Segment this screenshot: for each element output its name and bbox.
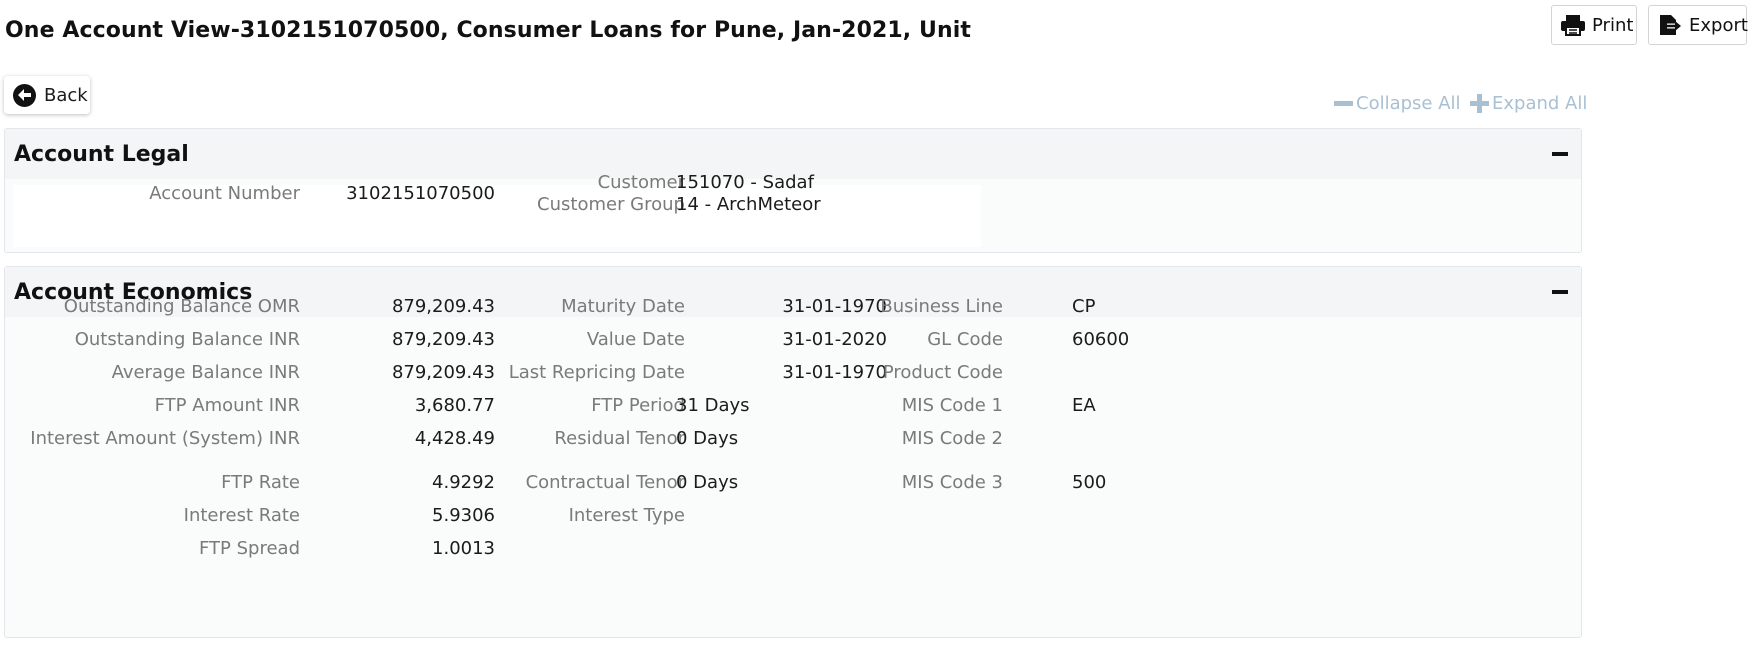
econ-label: FTP Amount INR bbox=[154, 395, 300, 416]
customer-group-label: Customer Group bbox=[537, 194, 685, 215]
printer-icon bbox=[1560, 14, 1586, 36]
econ-label: FTP Spread bbox=[199, 538, 300, 559]
export-button[interactable]: Export bbox=[1648, 5, 1748, 45]
econ-label: Residual Tenor bbox=[554, 428, 685, 449]
account-economics-panel: Account Economics Outstanding Balance OM… bbox=[4, 266, 1582, 638]
econ-label: Business Line bbox=[880, 296, 1003, 317]
expand-all-button[interactable]: Expand All bbox=[1470, 93, 1587, 114]
econ-value: EA bbox=[1072, 395, 1096, 416]
export-label: Export bbox=[1689, 14, 1748, 36]
econ-value: 4.9292 bbox=[432, 472, 495, 493]
print-button[interactable]: Print bbox=[1551, 5, 1637, 45]
econ-value: 5.9306 bbox=[432, 505, 495, 526]
plus-icon bbox=[1470, 94, 1489, 113]
econ-value: 879,209.43 bbox=[391, 329, 495, 350]
econ-label: MIS Code 1 bbox=[901, 395, 1003, 416]
econ-value: 31-01-1970 bbox=[782, 362, 887, 383]
econ-value: 879,209.43 bbox=[391, 362, 495, 383]
account-legal-title: Account Legal bbox=[14, 141, 189, 167]
collapse-all-label: Collapse All bbox=[1356, 93, 1461, 114]
econ-label: Interest Rate bbox=[183, 505, 300, 526]
econ-label: Contractual Tenor bbox=[525, 472, 685, 493]
econ-value: CP bbox=[1072, 296, 1096, 317]
econ-value: 500 bbox=[1072, 472, 1107, 493]
econ-label: FTP Rate bbox=[221, 472, 300, 493]
econ-value: 879,209.43 bbox=[391, 296, 495, 317]
econ-label: Outstanding Balance OMR bbox=[63, 296, 300, 317]
econ-value: 4,428.49 bbox=[414, 428, 495, 449]
econ-label: FTP Period bbox=[591, 395, 685, 416]
econ-label: Last Repricing Date bbox=[508, 362, 685, 383]
econ-value: 0 Days bbox=[676, 472, 739, 493]
minus-icon bbox=[1334, 101, 1353, 106]
econ-value: 31-01-1970 bbox=[782, 296, 887, 317]
collapse-section-icon[interactable] bbox=[1552, 152, 1568, 156]
econ-value: 31-01-2020 bbox=[782, 329, 887, 350]
econ-value: 60600 bbox=[1072, 329, 1130, 350]
customer-value: 151070 - Sadaf bbox=[676, 172, 814, 193]
arrow-left-circle-icon bbox=[13, 83, 36, 107]
collapse-all-button[interactable]: Collapse All bbox=[1334, 93, 1461, 114]
account-number-value: 3102151070500 bbox=[346, 183, 495, 204]
econ-label: Value Date bbox=[586, 329, 685, 350]
back-label: Back bbox=[44, 84, 88, 106]
econ-label: MIS Code 2 bbox=[901, 428, 1003, 449]
econ-label: MIS Code 3 bbox=[901, 472, 1003, 493]
customer-label: Customer bbox=[597, 172, 685, 193]
customer-group-value: 14 - ArchMeteor bbox=[676, 194, 821, 215]
econ-label: GL Code bbox=[927, 329, 1003, 350]
back-button[interactable]: Back bbox=[4, 76, 90, 114]
econ-value: 3,680.77 bbox=[414, 395, 495, 416]
econ-label: Maturity Date bbox=[561, 296, 685, 317]
econ-label: Interest Type bbox=[568, 505, 685, 526]
collapse-section-icon[interactable] bbox=[1552, 290, 1568, 294]
econ-value: 1.0013 bbox=[432, 538, 495, 559]
print-label: Print bbox=[1592, 14, 1634, 36]
econ-label: Outstanding Balance INR bbox=[74, 329, 300, 350]
account-legal-panel: Account Legal Account Number 31021510705… bbox=[4, 128, 1582, 253]
econ-label: Average Balance INR bbox=[111, 362, 300, 383]
econ-label: Product Code bbox=[882, 362, 1003, 383]
econ-value: 31 Days bbox=[676, 395, 750, 416]
econ-label: Interest Amount (System) INR bbox=[30, 428, 300, 449]
page-title: One Account View-3102151070500, Consumer… bbox=[5, 18, 972, 43]
account-number-label: Account Number bbox=[149, 183, 300, 204]
expand-all-label: Expand All bbox=[1492, 93, 1588, 114]
export-file-icon bbox=[1657, 14, 1683, 36]
econ-value: 0 Days bbox=[676, 428, 739, 449]
